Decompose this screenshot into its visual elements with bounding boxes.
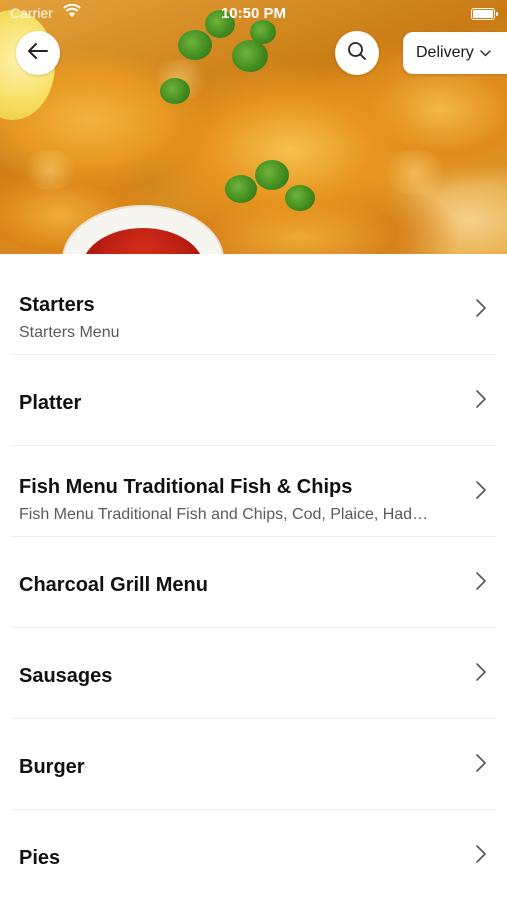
status-bar: Carrier 10:50 PM [0, 0, 507, 26]
menu-category-list: Starters Starters Menu Platter Fish Menu… [0, 264, 507, 901]
search-icon [347, 41, 367, 66]
delivery-mode-dropdown[interactable]: Delivery [403, 32, 507, 74]
category-title: Burger [19, 756, 85, 778]
chevron-down-icon [480, 44, 491, 62]
category-title: Starters [19, 294, 95, 316]
search-button[interactable] [335, 31, 379, 75]
back-button[interactable] [16, 31, 60, 75]
chevron-right-icon [475, 389, 487, 414]
chevron-right-icon [475, 662, 487, 687]
status-time: 10:50 PM [220, 5, 287, 22]
category-subtitle: Starters Menu [19, 324, 120, 341]
category-row-fish-menu[interactable]: Fish Menu Traditional Fish & Chips Fish … [11, 446, 496, 537]
category-title: Fish Menu Traditional Fish & Chips [19, 476, 353, 498]
category-title: Charcoal Grill Menu [19, 574, 208, 596]
hero-image: Carrier 10:50 PM Delivery [0, 0, 507, 254]
chevron-right-icon [475, 480, 487, 505]
category-row-sausages[interactable]: Sausages [11, 628, 496, 719]
category-row-starters[interactable]: Starters Starters Menu [11, 264, 496, 355]
category-row-platter[interactable]: Platter [11, 355, 496, 446]
parsley-garnish [178, 30, 212, 60]
delivery-label: Delivery [416, 44, 474, 61]
category-row-charcoal-grill[interactable]: Charcoal Grill Menu [11, 537, 496, 628]
chevron-right-icon [475, 753, 487, 778]
chevron-right-icon [475, 298, 487, 323]
category-row-burger[interactable]: Burger [11, 719, 496, 810]
category-subtitle: Fish Menu Traditional Fish and Chips, Co… [19, 506, 429, 523]
battery-icon [471, 8, 498, 20]
chevron-right-icon [475, 844, 487, 869]
arrow-left-icon [27, 42, 49, 65]
category-row-pies[interactable]: Pies [11, 810, 496, 901]
category-title: Sausages [19, 665, 113, 687]
category-title: Platter [19, 392, 82, 414]
category-title: Pies [19, 847, 61, 869]
chevron-right-icon [475, 571, 487, 596]
